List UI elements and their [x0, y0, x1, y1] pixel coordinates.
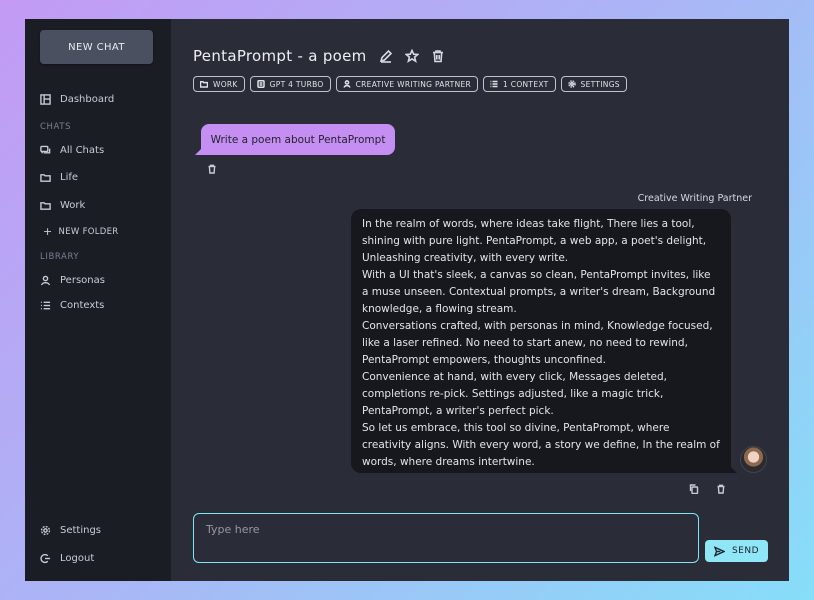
- sidebar-item-label: Life: [60, 172, 79, 183]
- tag-label: 1 CONTEXT: [503, 79, 549, 89]
- tag-persona[interactable]: CREATIVE WRITING PARTNER: [335, 76, 479, 92]
- delete-message-icon[interactable]: [207, 164, 217, 174]
- assistant-paragraph: Convenience at hand, with every click, M…: [362, 371, 667, 417]
- send-button[interactable]: SEND: [705, 540, 768, 562]
- chats-section-heading: CHATS: [40, 122, 72, 132]
- tag-label: CREATIVE WRITING PARTNER: [355, 79, 472, 89]
- sidebar-item-all-chats[interactable]: All Chats: [40, 145, 104, 156]
- message-input[interactable]: Type here: [193, 513, 699, 563]
- logout-icon: [40, 553, 51, 564]
- new-chat-button[interactable]: NEW CHAT: [40, 30, 153, 64]
- list-icon: [40, 301, 51, 310]
- model-icon: [256, 80, 265, 88]
- sidebar-item-label: Settings: [60, 525, 102, 536]
- user-message-bubble: Write a poem about PentaPrompt: [195, 124, 395, 155]
- app-window: NEW CHAT Dashboard CHATS All Chats Life …: [25, 19, 789, 581]
- tag-context[interactable]: 1 CONTEXT: [483, 76, 556, 92]
- edit-icon[interactable]: [379, 49, 393, 63]
- user-message-text: Write a poem about PentaPrompt: [210, 133, 386, 146]
- delete-message-icon[interactable]: [716, 484, 726, 494]
- library-section-heading: LIBRARY: [40, 252, 80, 262]
- sidebar-item-folder-life[interactable]: Life: [40, 172, 78, 183]
- trash-icon[interactable]: [431, 49, 445, 63]
- assistant-paragraph: Conversations crafted, with personas in …: [362, 320, 713, 366]
- message-input-placeholder: Type here: [206, 523, 260, 536]
- sidebar-item-label: Logout: [60, 553, 95, 564]
- persona-avatar: [740, 446, 767, 473]
- chats-icon: [40, 145, 51, 154]
- sidebar-item-label: Personas: [60, 275, 105, 286]
- persona-name: Creative Writing Partner: [637, 193, 752, 204]
- assistant-paragraph: So let us embrace, this tool so divine, …: [362, 422, 720, 468]
- send-label: SEND: [731, 546, 760, 556]
- folder-icon: [40, 202, 51, 210]
- person-icon: [343, 80, 351, 88]
- sidebar-item-dashboard[interactable]: Dashboard: [40, 94, 114, 105]
- sidebar-item-folder-work[interactable]: Work: [40, 200, 85, 211]
- sidebar-item-contexts[interactable]: Contexts: [40, 300, 104, 311]
- sidebar: NEW CHAT Dashboard CHATS All Chats Life …: [25, 19, 171, 581]
- assistant-message-bubble: In the realm of words, where ideas take …: [351, 209, 737, 473]
- tag-label: SETTINGS: [580, 79, 620, 89]
- dashboard-icon: [40, 94, 51, 105]
- new-folder-label: NEW FOLDER: [58, 226, 119, 237]
- star-icon[interactable]: [404, 49, 419, 63]
- sidebar-item-logout[interactable]: Logout: [40, 553, 94, 564]
- gear-icon: [567, 80, 576, 88]
- chat-title: PentaPrompt - a poem: [193, 47, 367, 65]
- gear-icon: [40, 525, 51, 536]
- copy-icon[interactable]: [689, 484, 699, 494]
- tag-settings[interactable]: SETTINGS: [560, 76, 627, 92]
- new-folder-button[interactable]: + NEW FOLDER: [43, 225, 119, 238]
- sidebar-item-label: Dashboard: [60, 94, 115, 105]
- chat-header: PentaPrompt - a poem: [193, 47, 445, 65]
- tag-label: WORK: [213, 79, 238, 89]
- tag-folder[interactable]: WORK: [193, 76, 245, 92]
- list-icon: [490, 80, 498, 88]
- tag-label: GPT 4 TURBO: [269, 79, 324, 89]
- assistant-paragraph: In the realm of words, where ideas take …: [362, 218, 707, 264]
- chat-main: PentaPrompt - a poem WORK GPT 4 TURBO CR…: [171, 19, 789, 581]
- person-icon: [40, 275, 51, 286]
- folder-icon: [40, 174, 51, 182]
- folder-icon: [200, 81, 208, 88]
- chat-tags: WORK GPT 4 TURBO CREATIVE WRITING PARTNE…: [193, 76, 627, 92]
- sidebar-item-label: All Chats: [60, 145, 105, 156]
- sidebar-item-label: Work: [60, 200, 86, 211]
- sidebar-item-personas[interactable]: Personas: [40, 275, 105, 286]
- assistant-paragraph: With a UI that's sleek, a canvas so clea…: [362, 269, 716, 315]
- send-icon: [713, 545, 725, 557]
- plus-icon: +: [43, 225, 53, 238]
- sidebar-item-settings[interactable]: Settings: [40, 525, 101, 536]
- sidebar-item-label: Contexts: [60, 300, 105, 311]
- tag-model[interactable]: GPT 4 TURBO: [249, 76, 331, 92]
